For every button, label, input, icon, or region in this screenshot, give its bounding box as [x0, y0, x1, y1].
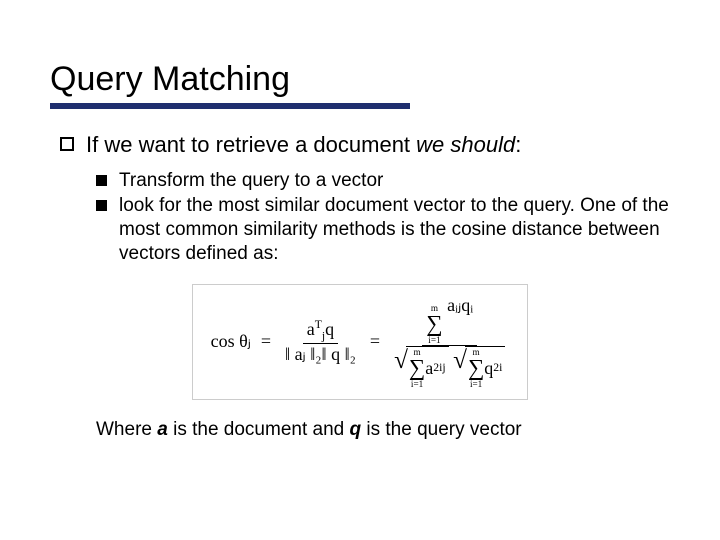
formula-lhs: cos θⱼ	[211, 331, 251, 352]
f1n-tail: q	[325, 319, 334, 339]
equals-sign: =	[261, 331, 271, 352]
formula-container: cos θⱼ = aTjq ‖ aⱼ ‖₂‖ q ‖₂ = m ∑ i=1 aᵢ…	[50, 284, 670, 401]
cosine-formula: cos θⱼ = aTjq ‖ aⱼ ‖₂‖ q ‖₂ = m ∑ i=1 aᵢ…	[211, 295, 510, 390]
sigma-icon: ∑	[409, 357, 425, 380]
sum-lower: i=1	[470, 380, 482, 389]
sum-lower: i=1	[411, 380, 423, 389]
bullet1-italic: we should	[416, 132, 515, 157]
sqrt2-base: q	[484, 358, 493, 380]
sqrt1-base: a	[425, 358, 433, 380]
bullet-level2: look for the most similar document vecto…	[96, 194, 670, 265]
hollow-square-icon	[60, 137, 74, 151]
filled-square-icon	[96, 175, 107, 186]
bullet-level1: If we want to retrieve a document we sho…	[60, 131, 670, 159]
closing-text: Where a is the document and q is the que…	[96, 418, 670, 443]
frac2-numerator: m ∑ i=1 aᵢⱼqᵢ	[422, 295, 477, 346]
sum-icon: m ∑ i=1	[468, 348, 484, 389]
closing-p2: is the document and	[168, 419, 350, 440]
filled-square-icon	[96, 200, 107, 211]
sum-num-term: aᵢⱼqᵢ	[447, 295, 473, 315]
bullet-level2-text: Transform the query to a vector	[119, 169, 383, 193]
sqrt2-body: m ∑ i=1 q2i	[465, 346, 505, 389]
slide-title: Query Matching	[50, 60, 670, 99]
f1n-base: a	[307, 319, 315, 339]
bullet-level1-text: If we want to retrieve a document we sho…	[86, 131, 521, 159]
title-underline	[50, 103, 410, 109]
bullet1-post: :	[515, 132, 521, 157]
sqrt1-body: m ∑ i=1 a2ij	[406, 346, 449, 389]
equals-sign: =	[370, 331, 380, 352]
closing-p3: is the query vector	[361, 419, 522, 440]
sqrt1-sub: ij	[439, 361, 446, 375]
sigma-icon: ∑	[468, 357, 484, 380]
closing-a: a	[157, 419, 168, 440]
sum-lower: i=1	[428, 336, 440, 345]
sigma-icon: ∑	[426, 313, 442, 336]
bullet1-pre: If we want to retrieve a document	[86, 132, 416, 157]
f1n-sup: T	[315, 318, 322, 331]
bullet-level2-text: look for the most similar document vecto…	[119, 194, 670, 265]
closing-p1: Where	[96, 419, 157, 440]
sqrt2-sub: i	[499, 361, 502, 375]
closing-q: q	[350, 419, 362, 440]
sqrt-1: m ∑ i=1 a2ij	[394, 346, 449, 389]
sqrt-2: m ∑ i=1 q2i	[453, 346, 505, 389]
sum-icon: m ∑ i=1	[426, 304, 442, 345]
sum-icon: m ∑ i=1	[409, 348, 425, 389]
formula-box: cos θⱼ = aTjq ‖ aⱼ ‖₂‖ q ‖₂ = m ∑ i=1 aᵢ…	[192, 284, 529, 401]
bullet-level2: Transform the query to a vector	[96, 169, 670, 193]
fraction-2: m ∑ i=1 aᵢⱼqᵢ m ∑ i=1	[390, 295, 509, 390]
frac1-numerator: aTjq	[303, 318, 338, 345]
fraction-1: aTjq ‖ aⱼ ‖₂‖ q ‖₂	[281, 318, 360, 366]
frac1-denominator: ‖ aⱼ ‖₂‖ q ‖₂	[281, 344, 360, 366]
frac2-denominator: m ∑ i=1 a2ij m ∑ i=1	[390, 346, 509, 389]
